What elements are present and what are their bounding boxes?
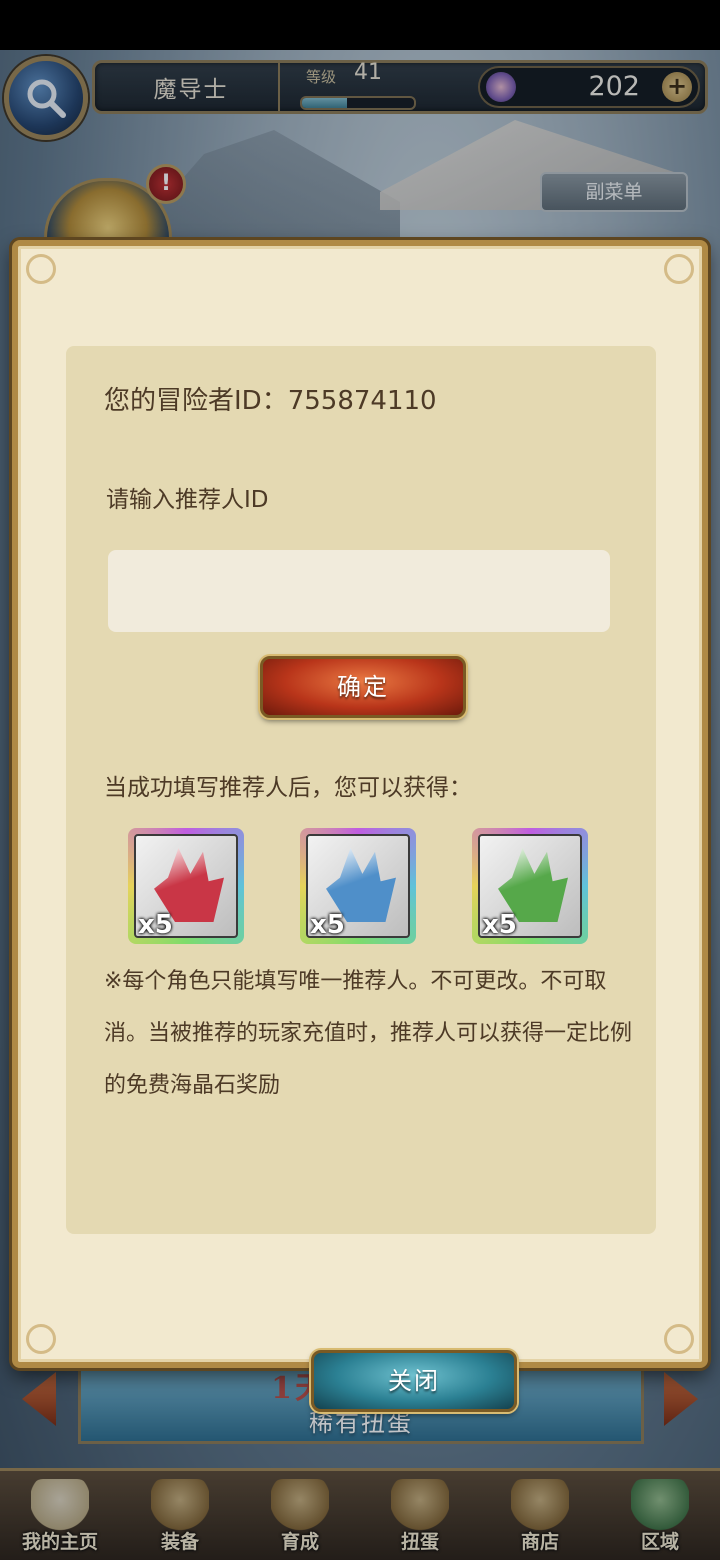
- reward-quantity: x5: [482, 910, 517, 938]
- corner-ornament: [26, 1324, 56, 1354]
- reward-item[interactable]: x5: [300, 828, 416, 944]
- corner-ornament: [26, 254, 56, 284]
- corner-ornament: [664, 1324, 694, 1354]
- reward-frame: x5: [306, 834, 410, 938]
- referral-notice: ※每个角色只能填写唯一推荐人。不可更改。不可取消。当被推荐的玩家充值时，推荐人可…: [104, 969, 633, 1098]
- reward-frame: x5: [134, 834, 238, 938]
- referral-dialog: 您的冒险者ID：755874110 请输入推荐人ID 确定 当成功填写推荐人后，…: [12, 240, 708, 1412]
- dialog-panel: 您的冒险者ID：755874110 请输入推荐人ID 确定 当成功填写推荐人后，…: [66, 346, 656, 1412]
- confirm-button[interactable]: 确定: [260, 656, 466, 718]
- corner-ornament: [664, 254, 694, 284]
- rewards-label: 当成功填写推荐人后，您可以获得：: [104, 775, 472, 801]
- reward-frame: x5: [478, 834, 582, 938]
- reward-item[interactable]: x5: [472, 828, 588, 944]
- referrer-input-label: 请输入推荐人ID: [106, 487, 269, 513]
- close-button[interactable]: 关闭: [311, 1350, 517, 1412]
- adventurer-id: 您的冒险者ID：755874110: [104, 386, 437, 416]
- reward-quantity: x5: [138, 910, 173, 938]
- reward-item[interactable]: x5: [128, 828, 244, 944]
- referrer-id-input[interactable]: [108, 550, 610, 632]
- reward-quantity: x5: [310, 910, 345, 938]
